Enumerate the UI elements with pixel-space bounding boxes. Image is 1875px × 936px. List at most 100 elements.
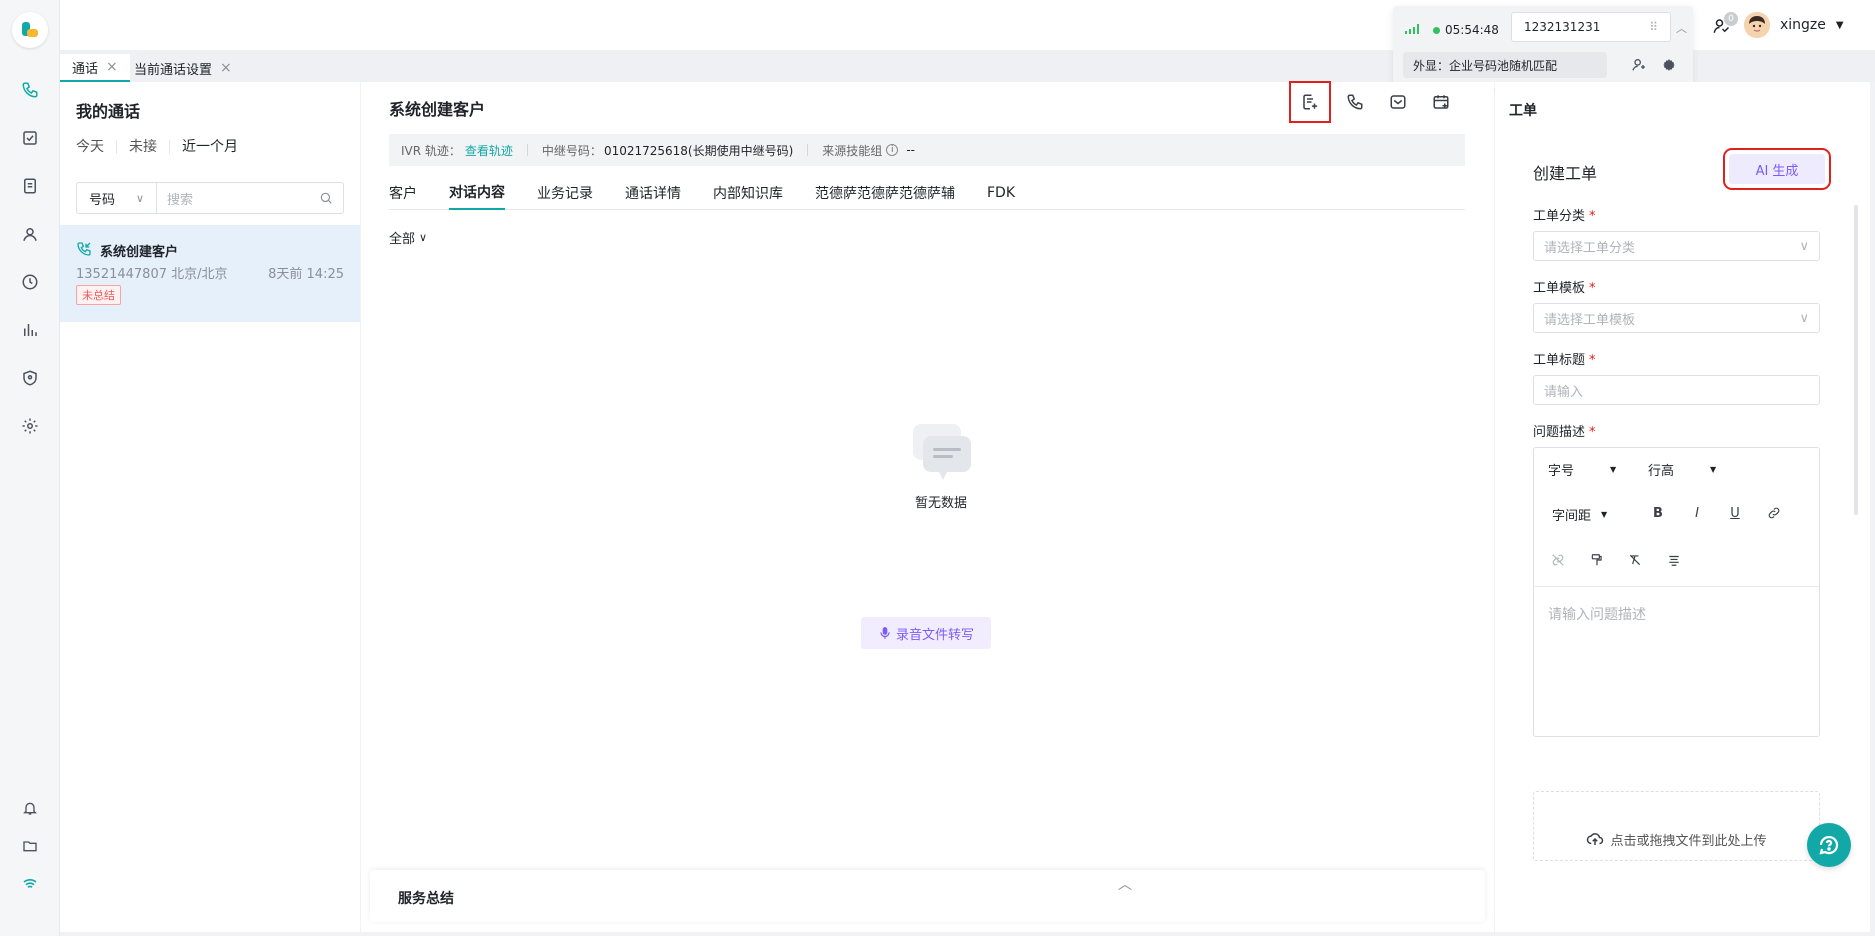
avatar[interactable] bbox=[1744, 12, 1770, 38]
my-calls-panel: 我的通话 今天 未接 近一个月 号码 ∨ 搜索 系统创建客户 135214478… bbox=[60, 82, 360, 932]
filter-missed[interactable]: 未接 bbox=[117, 140, 170, 154]
align-icon[interactable] bbox=[1664, 550, 1684, 570]
dialpad-icon[interactable]: ⠿ bbox=[1649, 20, 1658, 34]
history-nav-icon[interactable] bbox=[0, 262, 60, 302]
search-type-value: 号码 bbox=[89, 192, 116, 208]
transcribe-button[interactable]: 录音文件转写 bbox=[861, 617, 991, 649]
close-icon[interactable]: × bbox=[220, 60, 232, 76]
underline-icon[interactable]: U bbox=[1725, 503, 1745, 523]
settings-nav-icon[interactable] bbox=[0, 406, 60, 446]
required-mark: * bbox=[1589, 353, 1596, 368]
notification-badge: 0 bbox=[1724, 12, 1738, 26]
title-label: 工单标题 * bbox=[1533, 349, 1596, 368]
message-icon[interactable] bbox=[1386, 90, 1410, 114]
service-summary-bar[interactable]: 服务总结 ︿ bbox=[370, 870, 1485, 922]
ai-generate-button[interactable]: AI 生成 bbox=[1723, 148, 1831, 190]
description-placeholder[interactable]: 请输入问题描述 bbox=[1548, 604, 1646, 624]
font-size-select[interactable]: 字号 ▼ bbox=[1548, 460, 1616, 479]
ticket-title-input[interactable]: 请输入 bbox=[1533, 375, 1820, 405]
chevron-up-icon[interactable]: ︿ bbox=[1676, 20, 1687, 36]
signal-icon bbox=[1405, 24, 1419, 34]
required-mark: * bbox=[1589, 425, 1596, 440]
ivr-label: IVR 轨迹： bbox=[401, 143, 461, 158]
create-ticket-icon[interactable] bbox=[1289, 81, 1331, 123]
tab-custom[interactable]: 范德萨范德萨范德萨辅 bbox=[815, 176, 955, 210]
report-nav-icon[interactable] bbox=[0, 310, 60, 350]
template-placeholder: 请选择工单模板 bbox=[1544, 312, 1636, 328]
ticket-panel-title: 工单 bbox=[1509, 103, 1537, 119]
format-painter-icon[interactable] bbox=[1587, 550, 1607, 570]
file-upload-area[interactable]: 点击或拖拽文件到此处上传 bbox=[1533, 791, 1820, 861]
username[interactable]: xingze bbox=[1780, 17, 1826, 33]
tab-customer[interactable]: 客户 bbox=[389, 176, 417, 210]
letter-spacing-select[interactable]: 字间距 ▼ bbox=[1552, 505, 1607, 524]
template-label: 工单模板 * bbox=[1533, 277, 1596, 296]
document-nav-icon[interactable] bbox=[0, 166, 60, 206]
caret-down-icon[interactable]: ▼ bbox=[1836, 20, 1844, 31]
all-filter-dropdown[interactable]: 全部 ∨ bbox=[389, 228, 427, 247]
close-icon[interactable]: × bbox=[106, 59, 118, 75]
info-icon[interactable]: i bbox=[886, 144, 899, 156]
help-button[interactable] bbox=[1807, 823, 1851, 867]
empty-chat-icon bbox=[913, 424, 971, 480]
status-dot bbox=[1433, 27, 1440, 34]
phone-nav-icon[interactable] bbox=[0, 70, 60, 110]
left-rail bbox=[0, 0, 60, 936]
tab-knowledge-base[interactable]: 内部知识库 bbox=[713, 176, 783, 210]
create-ticket-title: 创建工单 bbox=[1533, 164, 1598, 183]
calendar-add-icon[interactable] bbox=[1429, 90, 1453, 114]
tab-label: 通话 bbox=[72, 61, 99, 77]
title-label-text: 工单标题 bbox=[1533, 353, 1586, 368]
caret-down-icon: ▼ bbox=[1601, 510, 1608, 519]
category-select[interactable]: 请选择工单分类 ∨ bbox=[1533, 231, 1820, 261]
description-label-text: 问题描述 bbox=[1533, 425, 1586, 440]
template-select[interactable]: 请选择工单模板 ∨ bbox=[1533, 303, 1820, 333]
tab-calls[interactable]: 通话 × bbox=[60, 54, 130, 82]
gear-icon[interactable] bbox=[1661, 57, 1677, 73]
call-list-item[interactable]: 系统创建客户 13521447807 北京/北京 8天前 14:25 未总结 bbox=[60, 225, 360, 322]
folder-icon[interactable] bbox=[0, 826, 60, 866]
trunk-label: 中继号码： bbox=[541, 143, 602, 158]
task-nav-icon[interactable] bbox=[0, 118, 60, 158]
tab-conversation[interactable]: 对话内容 bbox=[449, 176, 505, 210]
bold-icon[interactable]: B bbox=[1648, 503, 1668, 523]
dial-number-input[interactable]: 1232131231 ⠿ bbox=[1511, 12, 1671, 42]
clear-format-icon[interactable] bbox=[1625, 550, 1645, 570]
chevron-up-icon[interactable]: ︿ bbox=[1118, 874, 1132, 894]
tab-call-details[interactable]: 通话详情 bbox=[625, 176, 681, 210]
empty-text: 暂无数据 bbox=[914, 496, 967, 511]
contacts-status-icon[interactable]: 0 bbox=[1712, 12, 1738, 36]
divider bbox=[526, 144, 528, 156]
editor-divider bbox=[1534, 586, 1819, 587]
tab-call-settings[interactable]: 当前通话设置 × bbox=[122, 54, 244, 82]
ticket-scrollbar[interactable] bbox=[1854, 205, 1858, 515]
title-placeholder: 请输入 bbox=[1544, 384, 1584, 400]
skill-label: 来源技能组 bbox=[822, 143, 883, 158]
unlink-icon[interactable] bbox=[1548, 550, 1568, 570]
search-input[interactable]: 搜索 bbox=[157, 183, 343, 213]
ivr-trace-link[interactable]: 查看轨迹 bbox=[465, 142, 513, 159]
incoming-call-icon bbox=[76, 241, 92, 257]
tab-fdk[interactable]: FDK bbox=[987, 176, 1015, 210]
tab-business-records[interactable]: 业务记录 bbox=[537, 176, 593, 210]
link-icon[interactable] bbox=[1764, 503, 1784, 523]
search-placeholder: 搜索 bbox=[167, 192, 194, 208]
app-logo[interactable] bbox=[12, 12, 48, 48]
contacts-nav-icon[interactable] bbox=[0, 214, 60, 254]
search-type-select[interactable]: 号码 ∨ bbox=[77, 183, 157, 213]
microphone-icon bbox=[878, 626, 892, 640]
bell-icon[interactable] bbox=[0, 788, 60, 828]
line-height-select[interactable]: 行高 ▼ bbox=[1648, 460, 1716, 479]
agent-status-icon[interactable] bbox=[1631, 57, 1647, 73]
ticket-panel: 工单 创建工单 AI 生成 工单分类 * 请选择工单分类 ∨ 工单模板 * 请选择工… bbox=[1495, 82, 1870, 932]
filter-today[interactable]: 今天 bbox=[76, 140, 117, 154]
transcribe-label: 录音文件转写 bbox=[895, 627, 974, 643]
filter-last-month[interactable]: 近一个月 bbox=[170, 140, 250, 154]
italic-icon[interactable]: I bbox=[1687, 503, 1707, 523]
user-area: 0 xingze ▼ bbox=[1712, 10, 1844, 40]
description-editor: 字号 ▼ 行高 ▼ 字间距 ▼ B I U 请输入问题描述 bbox=[1533, 447, 1820, 737]
line-height-label: 行高 bbox=[1648, 464, 1675, 479]
outbound-display-select[interactable]: 外显：企业号码池随机匹配 bbox=[1403, 52, 1607, 78]
phone-icon[interactable] bbox=[1343, 90, 1367, 114]
security-nav-icon[interactable] bbox=[0, 358, 60, 398]
